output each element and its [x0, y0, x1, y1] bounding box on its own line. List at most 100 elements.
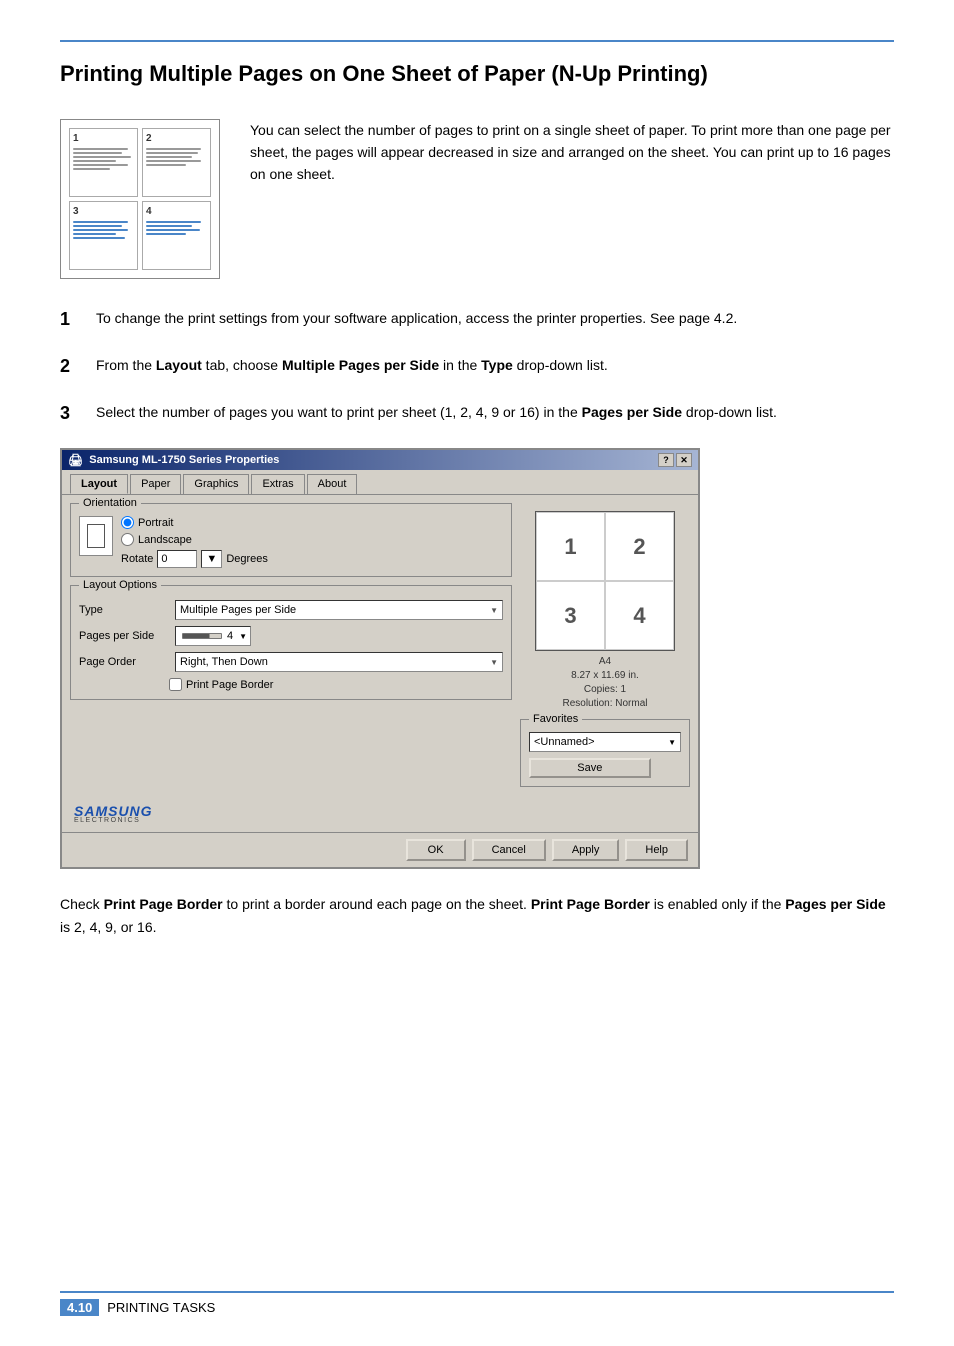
preview-box: 1 2 3 4: [535, 511, 675, 651]
help-button[interactable]: Help: [625, 839, 688, 861]
portrait-radio-row: Portrait: [121, 516, 268, 529]
page-order-arrow: ▼: [490, 658, 498, 667]
section-label: PRINTING TASKS: [107, 1300, 215, 1315]
dialog-titlebar: 🖨 Samsung ML-1750 Series Properties ? ✕: [62, 450, 698, 470]
samsung-logo: SAMSUNG ELECTRONICS: [74, 803, 153, 824]
paper-info: A4 8.27 x 11.69 in. Copies: 1 Resolution…: [562, 655, 647, 711]
landscape-label: Landscape: [138, 534, 192, 546]
preview-cell-2: 2: [605, 512, 674, 581]
print-page-border-checkbox[interactable]: [169, 678, 182, 691]
type-select[interactable]: Multiple Pages per Side ▼: [175, 600, 503, 620]
tab-graphics[interactable]: Graphics: [183, 474, 249, 494]
favorites-label: Favorites: [529, 713, 582, 725]
step-1-number: 1: [60, 307, 80, 332]
preview-page-1: 1: [69, 128, 138, 197]
pages-per-side-control[interactable]: 4 ▼: [175, 626, 251, 646]
intro-section: 1 2 3: [60, 119, 894, 279]
tab-layout[interactable]: Layout: [70, 474, 128, 494]
paper-dimensions: 8.27 x 11.69 in.: [571, 670, 639, 681]
page-order-label: Page Order: [79, 656, 169, 668]
type-value: Multiple Pages per Side: [180, 604, 296, 616]
orientation-group-title: Orientation: [79, 497, 141, 509]
step-3-number: 3: [60, 401, 80, 426]
portrait-radio[interactable]: [121, 516, 134, 529]
landscape-radio[interactable]: [121, 533, 134, 546]
dialog-title: Samsung ML-1750 Series Properties: [89, 454, 279, 466]
tab-about[interactable]: About: [307, 474, 358, 494]
page-order-select[interactable]: Right, Then Down ▼: [175, 652, 503, 672]
pages-per-side-dropdown-arrow: ▼: [239, 632, 247, 641]
page-order-value: Right, Then Down: [180, 656, 268, 668]
page: Printing Multiple Pages on One Sheet of …: [0, 0, 954, 1346]
step-2-number: 2: [60, 354, 80, 379]
rotate-row: Rotate ▼ Degrees: [121, 550, 268, 568]
save-button[interactable]: Save: [529, 758, 651, 778]
pages-per-side-label: Pages per Side: [79, 630, 169, 642]
rotate-input[interactable]: [157, 550, 197, 568]
tab-extras[interactable]: Extras: [251, 474, 304, 494]
favorites-value: <Unnamed>: [534, 736, 595, 748]
dialog-app-icon: 🖨: [68, 453, 83, 467]
bottom-bar: 4.10 PRINTING TASKS: [60, 1291, 894, 1316]
page-indicator: 4.10: [60, 1299, 99, 1316]
slider-visual: [182, 633, 222, 639]
orientation-icon-portrait: [79, 516, 113, 556]
landscape-radio-row: Landscape: [121, 533, 268, 546]
layout-options-title: Layout Options: [79, 579, 161, 591]
preview-page-4: 4: [142, 201, 211, 270]
orientation-group: Orientation Portrait Lan: [70, 503, 512, 577]
ok-button[interactable]: OK: [406, 839, 466, 861]
page-order-row: Page Order Right, Then Down ▼: [79, 652, 503, 672]
degrees-value: ▼: [206, 553, 217, 565]
paper-preview-illustration: 1 2 3: [60, 119, 220, 279]
dialog-titlebar-left: 🖨 Samsung ML-1750 Series Properties: [68, 453, 279, 467]
cancel-button[interactable]: Cancel: [472, 839, 546, 861]
dialog-right-panel: 1 2 3 4 A4 8.27 x 11.69 in. Copies: 1 Re…: [520, 503, 690, 787]
rotate-label: Rotate: [121, 553, 153, 565]
dialog-titlebar-buttons[interactable]: ? ✕: [658, 453, 692, 467]
degrees-label: Degrees: [226, 553, 268, 565]
step-3-text: Select the number of pages you want to p…: [96, 401, 777, 423]
copies-info: Copies: 1: [584, 684, 626, 695]
intro-paragraph: You can select the number of pages to pr…: [250, 119, 894, 279]
samsung-logo-area: SAMSUNG ELECTRONICS: [62, 795, 698, 832]
print-page-border-label: Print Page Border: [186, 679, 273, 691]
pages-per-side-row: Pages per Side 4 ▼: [79, 626, 503, 646]
step-3: 3 Select the number of pages you want to…: [60, 401, 894, 426]
dialog-content: Orientation Portrait Lan: [62, 495, 698, 795]
favorites-group: Favorites <Unnamed> ▼ Save: [520, 719, 690, 787]
post-text: Check Print Page Border to print a borde…: [60, 893, 894, 938]
close-titlebar-button[interactable]: ✕: [676, 453, 692, 467]
step-1-text: To change the print settings from your s…: [96, 307, 737, 329]
step-1: 1 To change the print settings from your…: [60, 307, 894, 332]
preview-cell-3: 3: [536, 581, 605, 650]
dialog-left-panel: Orientation Portrait Lan: [70, 503, 512, 787]
preview-cell-4: 4: [605, 581, 674, 650]
step-2-text: From the Layout tab, choose Multiple Pag…: [96, 354, 608, 376]
dialog-window: 🖨 Samsung ML-1750 Series Properties ? ✕ …: [60, 448, 700, 869]
degrees-dropdown[interactable]: ▼: [201, 550, 222, 568]
dialog-tabs: Layout Paper Graphics Extras About: [62, 470, 698, 495]
print-page-border-row: Print Page Border: [169, 678, 503, 691]
favorites-arrow: ▼: [668, 738, 676, 747]
preview-page-2: 2: [142, 128, 211, 197]
steps-list: 1 To change the print settings from your…: [60, 307, 894, 427]
page-title: Printing Multiple Pages on One Sheet of …: [60, 60, 894, 89]
step-2: 2 From the Layout tab, choose Multiple P…: [60, 354, 894, 379]
apply-button[interactable]: Apply: [552, 839, 620, 861]
top-rule: [60, 40, 894, 42]
type-field-row: Type Multiple Pages per Side ▼: [79, 600, 503, 620]
tab-paper[interactable]: Paper: [130, 474, 181, 494]
orientation-options: Portrait Landscape Rotate ▼: [121, 516, 268, 568]
dialog-footer: OK Cancel Apply Help: [62, 832, 698, 867]
portrait-label: Portrait: [138, 517, 173, 529]
type-label: Type: [79, 604, 169, 616]
paper-size: A4: [599, 656, 611, 667]
help-titlebar-button[interactable]: ?: [658, 453, 674, 467]
type-select-arrow: ▼: [490, 606, 498, 615]
preview-page-3: 3: [69, 201, 138, 270]
favorites-select[interactable]: <Unnamed> ▼: [529, 732, 681, 752]
resolution-info: Resolution: Normal: [562, 698, 647, 709]
layout-options-group: Layout Options Type Multiple Pages per S…: [70, 585, 512, 700]
pages-per-side-value: 4: [227, 630, 233, 642]
